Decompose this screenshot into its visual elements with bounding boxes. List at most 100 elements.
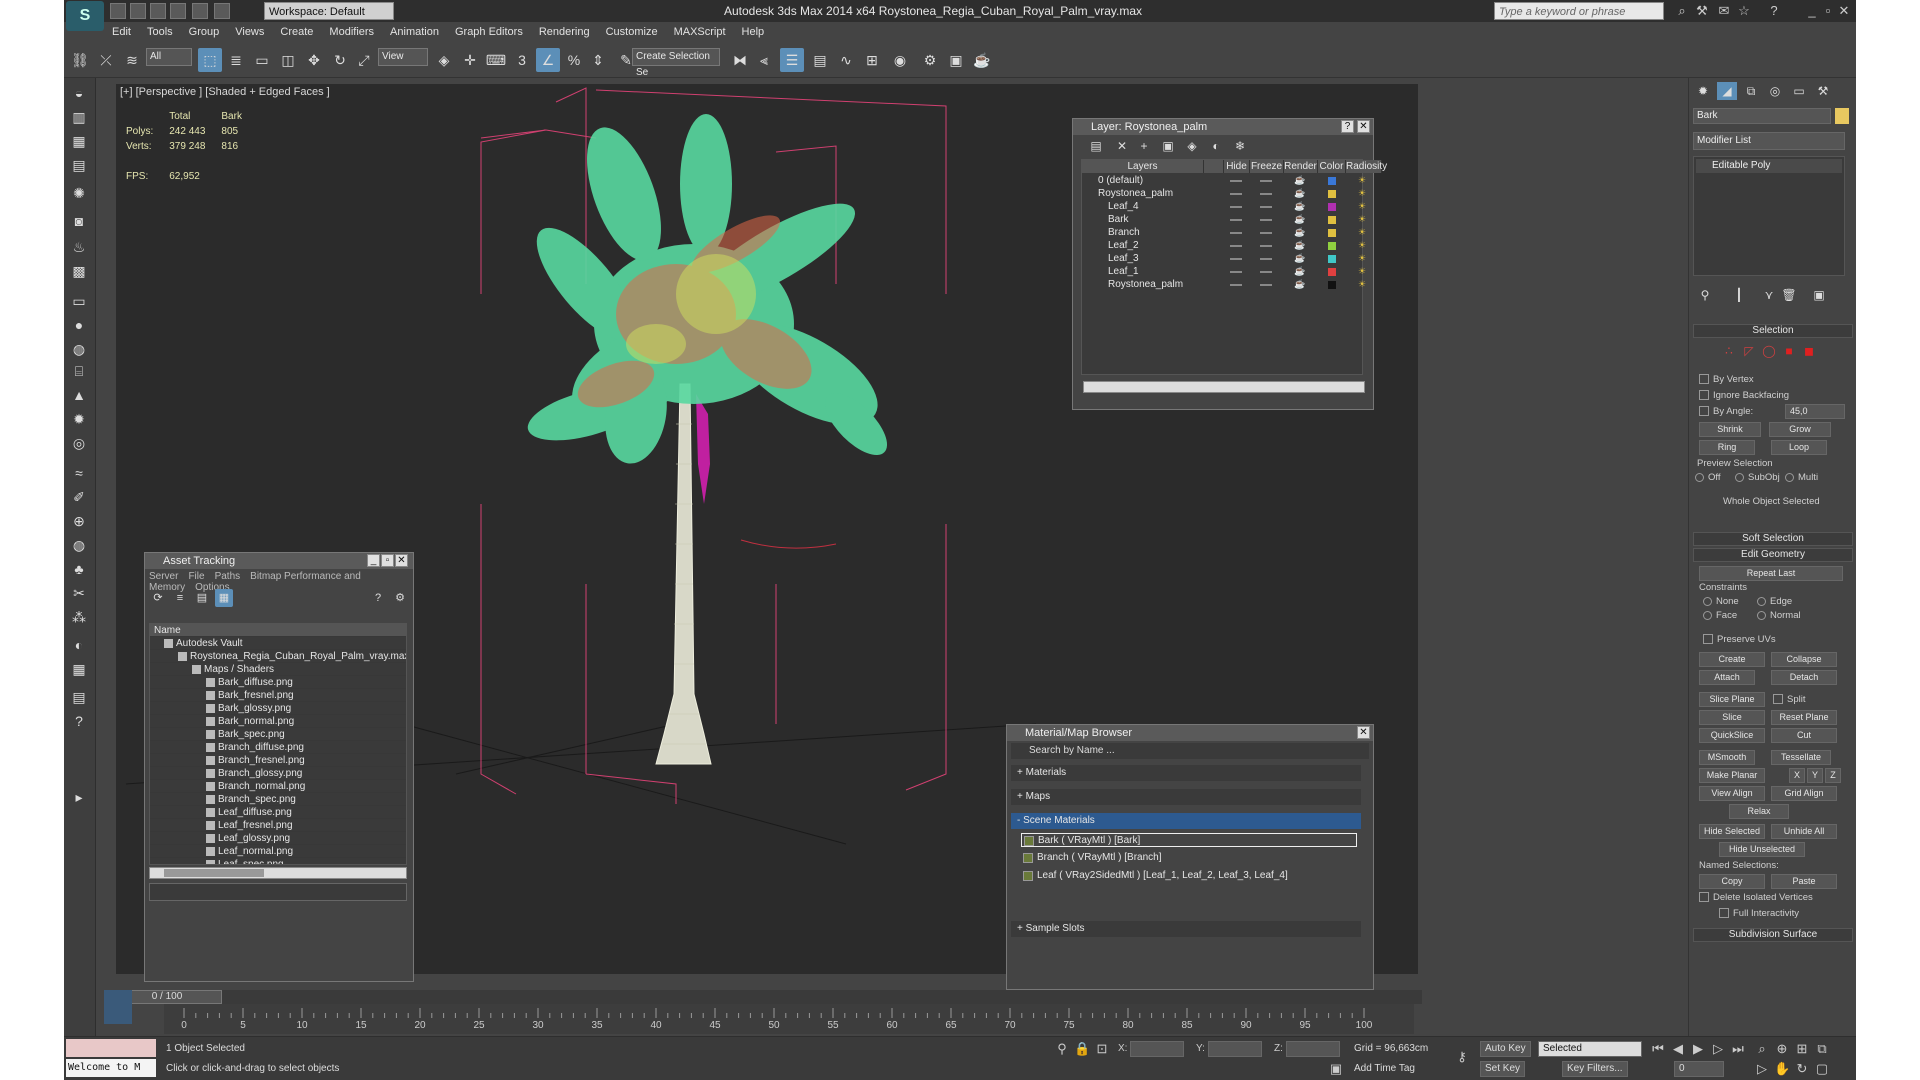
layer-color-swatch[interactable] bbox=[1328, 203, 1336, 211]
layer-color-swatch[interactable] bbox=[1328, 255, 1336, 263]
render-teapot-icon[interactable]: ☕ bbox=[1294, 265, 1305, 278]
zoom-extents-icon[interactable]: ⊞ bbox=[1794, 1041, 1810, 1057]
constraint-face-radio[interactable]: Face bbox=[1703, 610, 1737, 621]
window-crossing-icon[interactable]: ◫ bbox=[276, 48, 300, 72]
viewport-icon[interactable]: ◒ bbox=[68, 82, 90, 104]
display-tab-icon[interactable]: ▭ bbox=[1789, 82, 1809, 100]
repeat-last-button[interactable]: Repeat Last bbox=[1699, 566, 1843, 581]
asset-row[interactable]: Branch_diffuse.png bbox=[150, 741, 406, 754]
ignore-backfacing-checkbox[interactable]: Ignore Backfacing bbox=[1699, 390, 1789, 401]
angle-value-field[interactable]: 45,0 bbox=[1785, 404, 1845, 419]
expand-arrow-icon[interactable]: ▸ bbox=[68, 786, 90, 808]
rendered-frame-window-icon[interactable]: ▣ bbox=[944, 48, 968, 72]
set-key-button[interactable]: Set Key bbox=[1480, 1061, 1526, 1077]
subdivision-surface-rollout[interactable]: Subdivision Surface bbox=[1693, 928, 1853, 942]
menu-customize[interactable]: Customize bbox=[598, 22, 666, 42]
help-search-input[interactable]: Type a keyword or phrase bbox=[1494, 2, 1664, 20]
mini-curve-editor-icon[interactable] bbox=[104, 990, 132, 1024]
asset-row[interactable]: Leaf_spec.png bbox=[150, 858, 406, 864]
asset-row[interactable]: Bark_fresnel.png bbox=[150, 689, 406, 702]
detach-button[interactable]: Detach bbox=[1771, 670, 1837, 685]
close-icon[interactable]: ✕ bbox=[1357, 726, 1370, 739]
maxscript-listener-output[interactable]: Welcome to M bbox=[66, 1059, 156, 1077]
restore-icon[interactable]: ▫ bbox=[1820, 3, 1836, 19]
freeze-toggle[interactable] bbox=[1260, 180, 1272, 182]
asset-row[interactable]: Bark_glossy.png bbox=[150, 702, 406, 715]
constraint-none-radio[interactable]: None bbox=[1703, 596, 1739, 607]
planar-z-button[interactable]: Z bbox=[1825, 768, 1841, 783]
schematic-view-icon[interactable]: ⊞ bbox=[860, 48, 884, 72]
render-teapot-icon[interactable]: ☕ bbox=[1294, 187, 1305, 200]
minimize-icon[interactable]: _ bbox=[1804, 3, 1820, 19]
track-bar[interactable]: 0 5 10 15 20 25 30 35 40 45 50 55 60 65 70 75 80 85 90 95 10… bbox=[164, 1004, 1414, 1034]
copy-button[interactable]: Copy bbox=[1699, 874, 1765, 889]
plane-icon[interactable]: ▭ bbox=[68, 290, 90, 312]
section-sample-slots[interactable]: + Sample Slots bbox=[1011, 921, 1361, 937]
asset-column-header[interactable]: Name bbox=[150, 624, 406, 637]
reference-coordinate-dropdown[interactable]: View bbox=[378, 48, 428, 66]
by-angle-checkbox[interactable]: By Angle: bbox=[1699, 406, 1753, 417]
redo-icon[interactable] bbox=[192, 3, 208, 19]
highlight-layer-icon[interactable]: ◈ bbox=[1183, 137, 1201, 155]
hide-toggle[interactable] bbox=[1230, 284, 1242, 286]
layer-row[interactable]: Leaf_3 ☕ ☀ bbox=[1082, 252, 1366, 265]
key-filters-button[interactable]: Key Filters... bbox=[1562, 1061, 1628, 1077]
open-file-icon[interactable] bbox=[130, 3, 146, 19]
select-by-name-icon[interactable]: ≣ bbox=[224, 48, 248, 72]
stack-item-editable-poly[interactable]: Editable Poly bbox=[1696, 159, 1842, 173]
material-editor-icon[interactable]: ◉ bbox=[888, 48, 912, 72]
asset-menu-file[interactable]: File bbox=[188, 571, 204, 582]
sphere-icon[interactable]: ● bbox=[68, 314, 90, 336]
script-icon[interactable]: ▤ bbox=[68, 686, 90, 708]
delete-isolated-checkbox[interactable]: Delete Isolated Vertices bbox=[1699, 892, 1813, 903]
restore-icon[interactable]: ▫ bbox=[381, 554, 394, 567]
hide-toggle[interactable] bbox=[1230, 193, 1242, 195]
z-coord-field[interactable] bbox=[1286, 1041, 1340, 1057]
asset-horizontal-scrollbar[interactable] bbox=[149, 867, 407, 879]
subscription-icon[interactable]: ⚒ bbox=[1694, 3, 1710, 19]
details-view-icon[interactable]: ▤ bbox=[193, 589, 211, 607]
layer-row[interactable]: Bark ☕ ☀ bbox=[1082, 213, 1366, 226]
freeze-toggle[interactable] bbox=[1260, 193, 1272, 195]
hide-unselected-button[interactable]: Hide Unselected bbox=[1719, 842, 1805, 857]
loop-button[interactable]: Loop bbox=[1771, 440, 1827, 455]
asset-row[interactable]: Leaf_glossy.png bbox=[150, 832, 406, 845]
favorites-star-icon[interactable]: ☆ bbox=[1736, 3, 1752, 19]
section-scene-materials[interactable]: - Scene Materials bbox=[1011, 813, 1361, 829]
globe-icon[interactable]: ◍ bbox=[68, 534, 90, 556]
x-coord-field[interactable] bbox=[1130, 1041, 1184, 1057]
section-materials[interactable]: + Materials bbox=[1011, 765, 1361, 781]
communication-icon[interactable]: ✉ bbox=[1716, 3, 1732, 19]
freeze-toggle[interactable] bbox=[1260, 284, 1272, 286]
render-frame-icon[interactable]: ▩ bbox=[68, 260, 90, 282]
layer-color-swatch[interactable] bbox=[1328, 229, 1336, 237]
freeze-toggle[interactable] bbox=[1260, 271, 1272, 273]
sun-icon[interactable]: ✹ bbox=[68, 408, 90, 430]
hide-toggle[interactable] bbox=[1230, 258, 1242, 260]
radiosity-icon[interactable]: ☀ bbox=[1358, 213, 1366, 226]
scale-icon[interactable]: ⤢ bbox=[352, 48, 376, 72]
col-hide[interactable]: Hide bbox=[1224, 160, 1250, 173]
hide-toggle[interactable] bbox=[1230, 232, 1242, 234]
workspace-dropdown[interactable]: Workspace: Default bbox=[264, 2, 394, 20]
curve-editor-icon[interactable]: ∿ bbox=[834, 48, 858, 72]
calculator-icon[interactable]: ▦ bbox=[68, 658, 90, 680]
layer-color-swatch[interactable] bbox=[1328, 281, 1336, 289]
menu-maxscript[interactable]: MAXScript bbox=[666, 22, 734, 42]
freeze-toggle[interactable] bbox=[1260, 245, 1272, 247]
helper-icon[interactable]: ⊕ bbox=[68, 510, 90, 532]
layer-manager-icon[interactable]: ☰ bbox=[780, 48, 804, 72]
freeze-toggle[interactable] bbox=[1260, 206, 1272, 208]
pivot-center-icon[interactable]: ◈ bbox=[432, 48, 456, 72]
menu-modifiers[interactable]: Modifiers bbox=[321, 22, 382, 42]
hide-toggle[interactable] bbox=[1230, 206, 1242, 208]
add-time-tag-button[interactable]: Add Time Tag bbox=[1354, 1063, 1415, 1074]
render-icon[interactable]: ▥ bbox=[68, 106, 90, 128]
plant-icon[interactable]: ♣ bbox=[68, 558, 90, 580]
menu-graph-editors[interactable]: Graph Editors bbox=[447, 22, 531, 42]
rectangular-selection-icon[interactable]: ▭ bbox=[250, 48, 274, 72]
preserve-uvs-checkbox[interactable]: Preserve UVs bbox=[1703, 634, 1776, 645]
project-folder-icon[interactable] bbox=[214, 3, 230, 19]
radiosity-icon[interactable]: ☀ bbox=[1358, 265, 1366, 278]
border-icon[interactable]: ◯ bbox=[1759, 342, 1779, 360]
